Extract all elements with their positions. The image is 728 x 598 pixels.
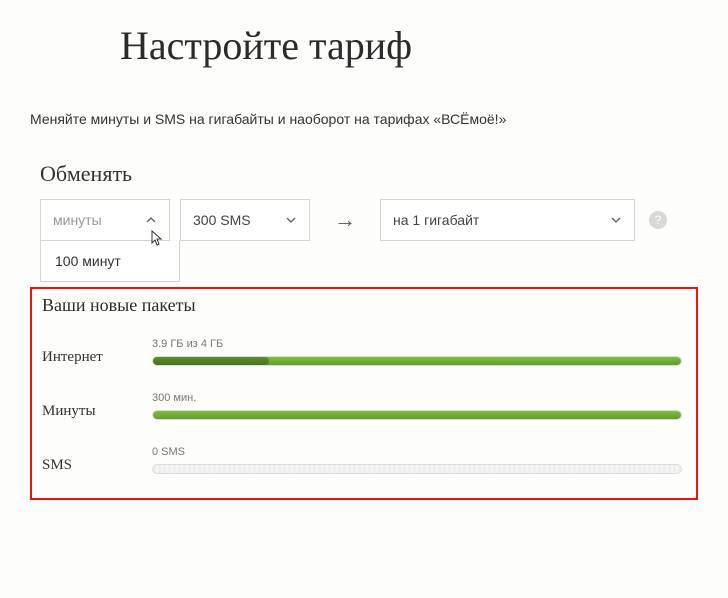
to-select[interactable]: на 1 гигабайт (380, 199, 635, 241)
from-select[interactable]: минуты (40, 199, 170, 241)
exchange-section-title: Обменять (40, 161, 698, 187)
packages-panel: Ваши новые пакеты Интернет 3.9 ГБ из 4 Г… (30, 287, 698, 500)
package-row-internet: Интернет 3.9 ГБ из 4 ГБ (42, 338, 682, 366)
package-row-minutes: Минуты 300 мин. (42, 392, 682, 420)
chevron-down-icon (610, 214, 622, 226)
sms-select[interactable]: 300 SMS (180, 199, 310, 241)
progress-bar-internet (152, 356, 682, 366)
package-row-sms: SMS 0 SMS (42, 446, 682, 474)
arrow-right-icon: → (320, 207, 370, 233)
progress-bar-minutes (152, 410, 682, 420)
package-label: Интернет (42, 349, 152, 366)
package-caption: 3.9 ГБ из 4 ГБ (152, 338, 682, 350)
to-select-value: на 1 гигабайт (393, 212, 479, 228)
packages-title: Ваши новые пакеты (42, 295, 682, 316)
exchange-row: минуты 300 SMS → на 1 гигабайт ? 100 мин… (40, 199, 698, 241)
help-icon[interactable]: ? (649, 211, 667, 229)
package-label: SMS (42, 457, 152, 474)
progress-fill (153, 411, 681, 419)
chevron-down-icon (285, 214, 297, 226)
page-title: Настройте тариф (120, 22, 698, 69)
package-label: Минуты (42, 403, 152, 420)
from-select-option[interactable]: 100 минут (55, 253, 165, 269)
from-select-placeholder: минуты (53, 212, 102, 228)
chevron-up-icon (145, 214, 157, 226)
sms-select-value: 300 SMS (193, 212, 251, 228)
package-caption: 0 SMS (152, 446, 682, 458)
progress-bar-sms (152, 464, 682, 474)
progress-fill-used (153, 357, 269, 365)
page-description: Меняйте минуты и SMS на гигабайты и наоб… (30, 111, 698, 127)
from-select-dropdown: 100 минут (40, 241, 180, 282)
package-caption: 300 мин. (152, 392, 682, 404)
